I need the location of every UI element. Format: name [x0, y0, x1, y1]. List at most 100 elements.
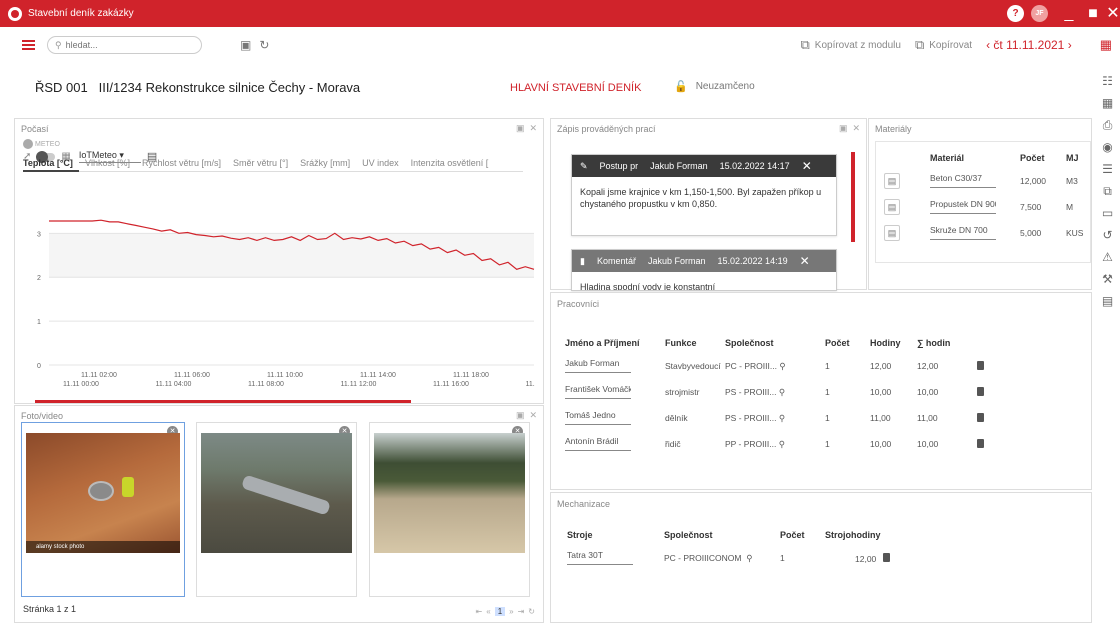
table-row[interactable]: Tomáš Jedno dělník PS - PROIII... ⚲ 1 11,00 1… — [565, 405, 997, 431]
menu-icon[interactable] — [22, 40, 35, 50]
entry-author: Jakub Forman — [647, 256, 706, 266]
meteo-toggle[interactable]: METEO — [23, 139, 60, 149]
pencil-icon: ✎ — [580, 160, 588, 171]
trash-icon[interactable] — [977, 386, 984, 396]
trash-icon[interactable] — [977, 412, 984, 422]
machines-title: Mechanizace — [557, 499, 611, 509]
maximize-icon[interactable]: ■ — [1086, 5, 1100, 22]
table-row[interactable]: ▤ Beton C30/37 12,000 M3 — [884, 168, 1092, 194]
tab-temperature[interactable]: Teplota [°C] — [23, 158, 73, 168]
table-row[interactable]: Antonín Brádil řidič PP - PROIII... ⚲ 1 10,0… — [565, 431, 997, 457]
help-button[interactable]: ? — [1007, 5, 1024, 22]
table-row[interactable]: František Vomáčka strojmistr PS - PROIII..… — [565, 379, 997, 405]
panel-controls[interactable]: ▣ ✕ — [516, 410, 537, 421]
x-tick-label: 11.11 10:00 — [267, 372, 303, 379]
photo-construction-site — [374, 433, 525, 553]
table-row[interactable]: ▤ Skruže DN 700 5,000 KUS — [884, 220, 1092, 246]
x-tick-label: 11.11 06:00 — [174, 372, 210, 379]
weather-panel: Počasí ▣ ✕ METEO ➚ ▦ IoTMeteo ▾ ▤ Teplot… — [14, 118, 544, 404]
camera-icon[interactable]: ◉ — [1102, 136, 1112, 158]
y-tick-label: 1 — [37, 319, 41, 326]
tab-wind-speed[interactable]: Rychlost větru [m/s] — [142, 158, 221, 168]
calendar-icon[interactable]: ▦ — [1100, 37, 1112, 53]
list-icon[interactable]: ☰ — [1102, 158, 1113, 180]
alert-icon[interactable]: ⚠ — [1102, 246, 1113, 268]
photo-thumbnail[interactable]: ✕ — [196, 422, 357, 597]
photo-thumbnail[interactable]: ✕ — [369, 422, 530, 597]
tree-icon[interactable]: ☷ — [1102, 70, 1113, 92]
document-icon[interactable]: ▤ — [884, 173, 900, 189]
search-icon[interactable]: ⚲ — [779, 387, 785, 397]
comment-icon: ▮ — [580, 255, 585, 266]
project-name: III/1234 Rekonstrukce silnice Čechy - Mo… — [98, 80, 361, 95]
search-icon[interactable]: ⚲ — [746, 553, 752, 563]
machines-panel: Mechanizace Stroje Společnost Počet Strojoh… — [550, 492, 1092, 623]
notes-icon[interactable]: ▤ — [1102, 290, 1113, 312]
materials-table: Materiál Počet MJ ▤ Beton C30/37 12,000 M3 ▤ P… — [884, 148, 1092, 246]
panel-controls[interactable]: ▣ ✕ — [516, 123, 537, 134]
tab-rainfall[interactable]: Srážky [mm] — [300, 158, 350, 168]
search-icon[interactable]: ⚲ — [779, 361, 785, 371]
refresh-icon[interactable]: ↻ — [528, 607, 535, 616]
table-row[interactable]: Jakub Forman Stavbyvedoucí PC - PROIII... … — [565, 353, 997, 379]
trash-icon[interactable] — [883, 552, 891, 562]
document-icon[interactable]: ▤ — [884, 225, 900, 241]
tab-wind-direction[interactable]: Směr větru [°] — [233, 158, 288, 168]
diary-type-label[interactable]: HLAVNÍ STAVEBNÍ DENÍK — [510, 82, 641, 94]
first-page-button[interactable]: ⇤ — [476, 607, 483, 616]
x-tick-label: 11.11 00:00 — [63, 381, 99, 388]
comment-entry[interactable]: ▮ Komentář Jakub Forman 15.02.2022 14:19 ✕ H… — [571, 249, 837, 291]
workers-title: Pracovníci — [557, 299, 600, 309]
close-icon[interactable]: ✕ — [1106, 5, 1120, 22]
search-icon: ⚲ — [55, 39, 62, 50]
save-icon[interactable]: ▣ — [240, 38, 251, 52]
monitor-icon[interactable]: ▭ — [1102, 202, 1113, 224]
weather-title: Počasí — [21, 124, 49, 134]
refresh-icon[interactable]: ↻ — [259, 38, 269, 52]
last-page-button[interactable]: ⇥ — [518, 607, 525, 616]
minimize-icon[interactable]: _ — [1062, 5, 1076, 22]
work-entry[interactable]: ✎ Postup pr Jakub Forman 15.02.2022 14:17 ✕ … — [571, 154, 837, 236]
close-icon[interactable]: ✕ — [800, 254, 810, 268]
tab-humidity[interactable]: Vlhkost [%] — [85, 158, 130, 168]
next-page-button[interactable]: » — [509, 607, 513, 616]
copy-from-module-button[interactable]: ⧉ Kopírovat z modulu — [800, 37, 900, 53]
close-icon[interactable]: ✕ — [802, 159, 812, 173]
print-icon[interactable]: ⎙ — [1103, 114, 1113, 136]
pagination: ⇤ « 1 » ⇥ ↻ — [476, 607, 535, 616]
entry-type: Postup pr — [599, 161, 639, 171]
current-date: čt 11.11.2021 — [993, 38, 1065, 52]
photo-thumbnail[interactable]: ✕ alamy stock photo — [21, 422, 185, 597]
photo-road-aerial — [201, 433, 352, 553]
search-icon[interactable]: ⚲ — [779, 413, 785, 423]
search-box[interactable]: ⚲ — [47, 36, 202, 54]
user-avatar[interactable]: JF — [1031, 5, 1048, 22]
calendar-icon[interactable]: ▦ — [1102, 92, 1113, 114]
chart-scrollbar[interactable] — [35, 400, 411, 403]
page-title: ŘSD 001 III/1234 Rekonstrukce silnice Če… — [35, 80, 360, 95]
document-icon[interactable]: ▤ — [884, 199, 900, 215]
table-row[interactable]: ▤ Propustek DN 900 7,500 M — [884, 194, 1092, 220]
tab-light[interactable]: Intenzita osvětlení [ — [411, 158, 489, 168]
trash-icon[interactable] — [977, 438, 984, 448]
lock-status[interactable]: 🔓 Neuzamčeno — [674, 80, 755, 93]
works-scrollbar[interactable] — [851, 152, 855, 242]
machines-table: Stroje Společnost Počet Strojohodiny Tatra … — [567, 525, 905, 571]
copy-icon: ⧉ — [800, 37, 810, 52]
table-row[interactable]: Tatra 30T PC - PROIIICONOM ⚲ 1 12,00 — [567, 545, 905, 571]
panel-controls[interactable]: ▣ ✕ — [839, 123, 860, 134]
trash-icon[interactable] — [977, 360, 984, 370]
entry-time: 15.02.2022 14:17 — [719, 161, 790, 171]
lock-icon: 🔓 — [674, 81, 688, 93]
tab-uv[interactable]: UV index — [362, 158, 399, 168]
date-selector[interactable]: ‹ čt 11.11.2021 › — [986, 38, 1072, 52]
current-page[interactable]: 1 — [494, 607, 506, 616]
crane-icon[interactable]: ⚒ — [1102, 268, 1113, 290]
copy-icon[interactable]: ⧉ — [1103, 180, 1112, 202]
search-input[interactable] — [65, 40, 186, 50]
history-icon[interactable]: ↺ — [1102, 224, 1112, 246]
search-icon[interactable]: ⚲ — [779, 439, 785, 449]
prev-page-button[interactable]: « — [486, 607, 490, 616]
copy-button[interactable]: ⧉ Kopírovat — [915, 37, 972, 53]
chart-band — [49, 233, 534, 278]
